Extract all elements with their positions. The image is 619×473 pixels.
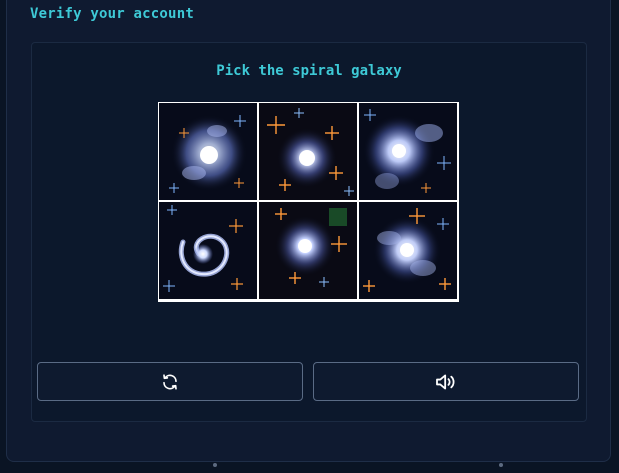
footer-dot bbox=[213, 463, 217, 467]
galaxy-tile-3[interactable] bbox=[359, 103, 457, 200]
footer-dot bbox=[499, 463, 503, 467]
refresh-button[interactable] bbox=[37, 362, 303, 401]
refresh-icon bbox=[161, 373, 179, 391]
galaxy-tile-6[interactable] bbox=[359, 202, 457, 299]
speaker-icon bbox=[435, 373, 457, 391]
audio-challenge-button[interactable] bbox=[313, 362, 579, 401]
galaxy-tile-2[interactable] bbox=[259, 103, 357, 200]
captcha-image-grid bbox=[158, 102, 459, 302]
galaxy-tile-1[interactable] bbox=[159, 103, 257, 200]
captcha-card: Pick the spiral galaxy bbox=[31, 42, 587, 422]
captcha-prompt: Pick the spiral galaxy bbox=[216, 63, 402, 79]
galaxy-tile-5[interactable] bbox=[259, 202, 357, 299]
page-title: Verify your account bbox=[30, 6, 194, 22]
galaxy-tile-4[interactable] bbox=[159, 202, 257, 299]
